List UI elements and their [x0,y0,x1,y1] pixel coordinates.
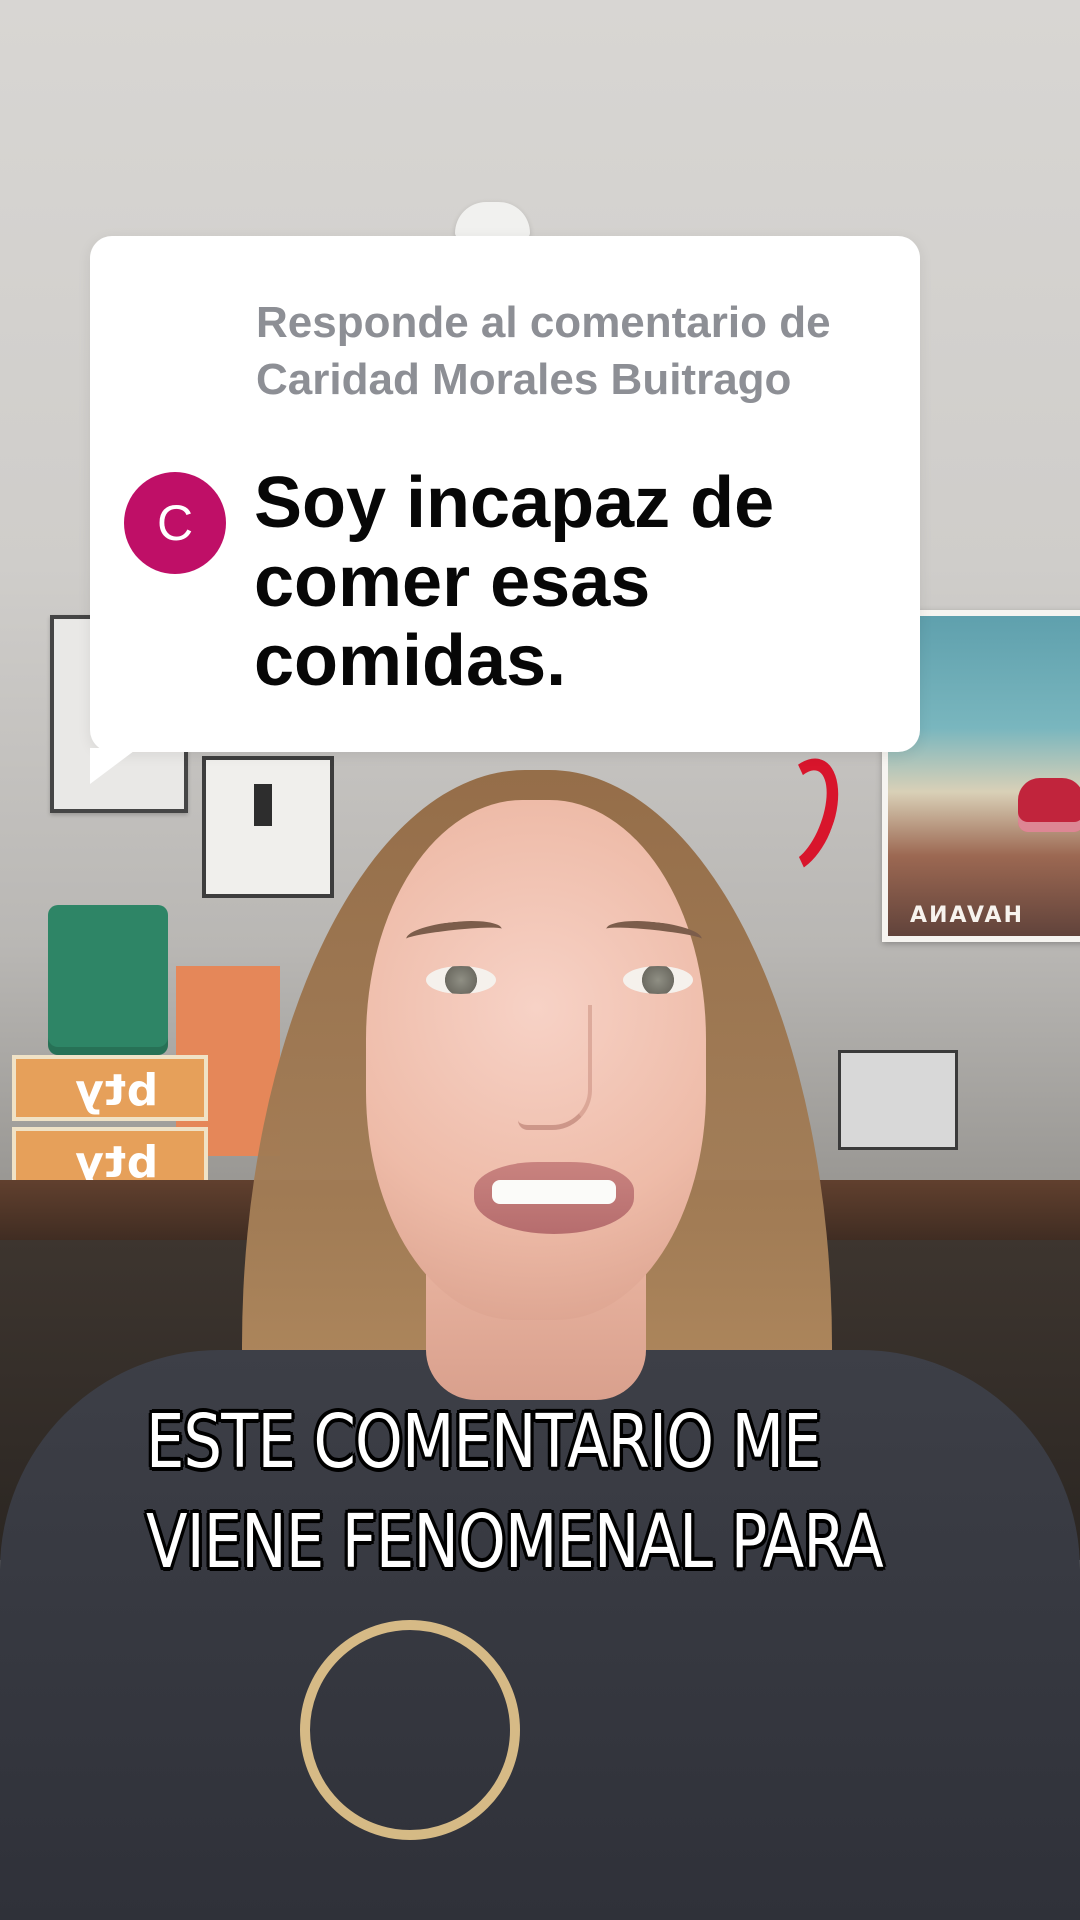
comment-reply-card: Responde al comentario de Caridad Morale… [90,236,920,784]
teeth [492,1180,616,1204]
caption-line-1: ESTE COMENTARIO ME [146,1399,822,1485]
green-container [48,905,168,1055]
bty-box-text-top: bty [74,1065,159,1116]
reply-card-tail [90,748,138,784]
left-eye [426,966,496,994]
right-eye [623,966,693,994]
sweater-lettering [576,1652,874,1907]
sweater-sun-print [300,1620,520,1840]
avatar-letter: C [156,495,194,551]
record-stand [838,1050,958,1150]
frame-art [254,784,272,826]
mouth [474,1162,634,1234]
poster-text: HAVANA [908,903,1022,928]
bty-box-top: bty [12,1055,208,1121]
comment-text: Soy incapaz de comer esas comidas. [254,463,775,701]
caption-line-2: VIENE FENOMENAL PARA [146,1499,884,1585]
quoted-comment: C Soy incapaz de comer esas comidas. [124,464,904,701]
avatar: C [124,472,226,574]
nose [518,1005,592,1130]
video-frame: HAVANA bty bty Responde al comentario de… [0,0,1080,1920]
poster-car [1018,778,1080,832]
video-caption: ESTE COMENTARIO ME VIENE FENOMENAL PARA [146,1392,884,1592]
reply-heading: Responde al comentario de Caridad Morale… [256,298,831,404]
wall-frame-middle [202,756,334,898]
